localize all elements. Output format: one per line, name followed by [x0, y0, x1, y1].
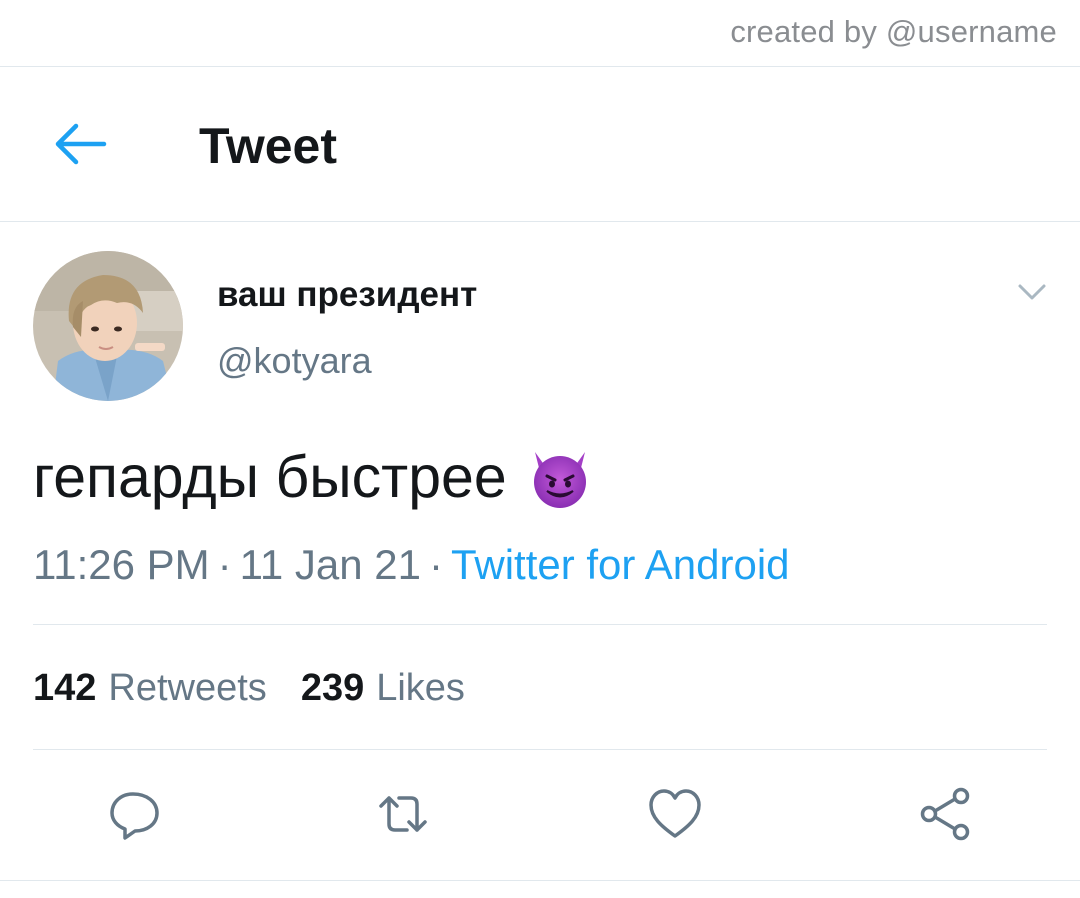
smiling-face-with-horns-emoji: [527, 444, 593, 510]
retweets-stat[interactable]: 142 Retweets: [33, 667, 267, 709]
likes-label: Likes: [376, 667, 465, 709]
avatar-image: [33, 251, 183, 401]
page-title: Tweet: [199, 118, 337, 174]
author-handle[interactable]: @kotyara: [217, 340, 372, 382]
divider: [33, 624, 1047, 625]
tweet-date: 11 Jan 21: [239, 541, 422, 588]
avatar[interactable]: [33, 251, 183, 401]
reply-icon: [110, 792, 159, 840]
divider: [0, 880, 1080, 881]
author-display-name[interactable]: ваш президент: [217, 275, 477, 315]
tweet-text: гепарды быстрее: [33, 444, 507, 510]
tweet-options-button[interactable]: [1012, 276, 1052, 308]
likes-count: 239: [300, 667, 365, 709]
likes-stat[interactable]: 239 Likes: [301, 667, 465, 709]
tweet-body: гепарды быстрее: [33, 443, 593, 511]
retweets-count: 142: [33, 667, 97, 709]
share-button[interactable]: [917, 786, 973, 842]
tweet-time: 11:26 PM: [33, 541, 210, 588]
reply-button[interactable]: [107, 786, 163, 842]
divider: [33, 749, 1047, 750]
chevron-down-icon: [1018, 284, 1046, 300]
separator: ·: [429, 541, 444, 588]
watermark-text: created by @username: [730, 14, 1057, 49]
back-button[interactable]: [46, 118, 108, 170]
tweet-metadata: 11:26 PM · 11 Jan 21 · Twitter for Android: [33, 541, 790, 589]
heart-icon: [649, 789, 701, 838]
arrow-left-icon: [55, 123, 107, 165]
top-app-bar: Tweet: [0, 67, 1080, 222]
retweet-button[interactable]: [375, 786, 431, 842]
retweets-label: Retweets: [108, 667, 267, 709]
retweet-icon: [379, 796, 427, 832]
tweet-source-link[interactable]: Twitter for Android: [451, 541, 789, 588]
separator: ·: [217, 541, 232, 588]
share-icon: [920, 787, 970, 841]
engagement-stats: 142 Retweets 239 Likes: [33, 667, 465, 710]
watermark-bar: created by @username: [0, 0, 1080, 67]
like-button[interactable]: [647, 786, 703, 842]
